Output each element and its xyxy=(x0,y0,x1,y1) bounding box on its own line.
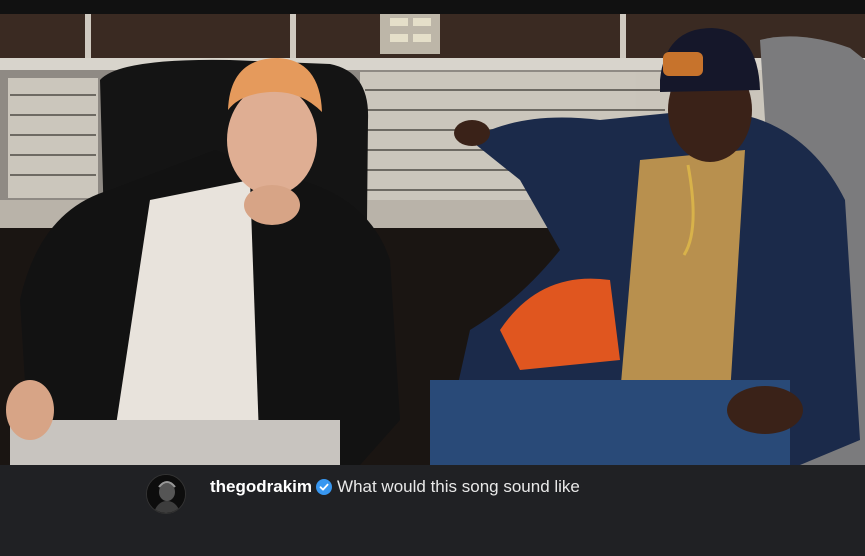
post-caption: thegodrakim What would this song sound l… xyxy=(210,477,580,497)
post-photo[interactable] xyxy=(0,0,865,465)
social-post: thegodrakim What would this song sound l… xyxy=(0,0,865,556)
author-avatar-icon[interactable] xyxy=(146,474,186,514)
verified-badge-icon xyxy=(316,479,333,495)
author-username[interactable]: thegodrakim xyxy=(210,477,312,497)
caption-text: What would this song sound like xyxy=(337,477,580,496)
